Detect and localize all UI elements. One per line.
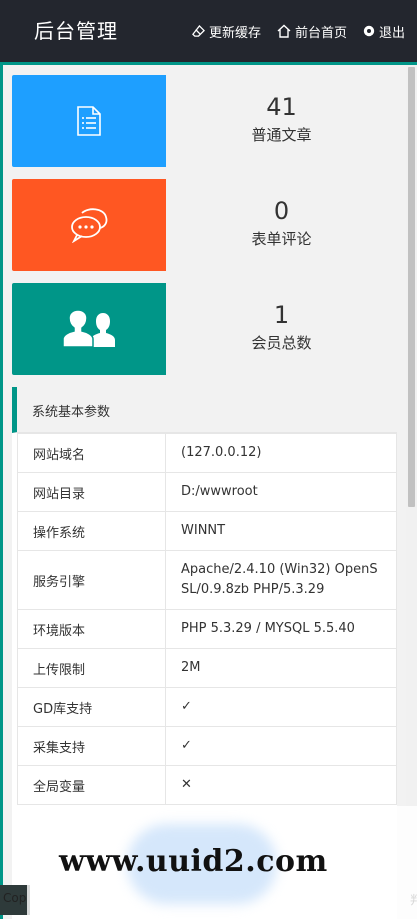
logout-label: 退出 <box>378 25 405 41</box>
table-row: 环境版本 PHP 5.3.29 / MYSQL 5.5.40 <box>17 609 397 649</box>
stat-card-members[interactable]: 1 会员总数 <box>12 283 397 375</box>
row-key: GD库支持 <box>17 687 166 727</box>
frontend-home-link[interactable]: 前台首页 <box>277 22 347 41</box>
table-row: 操作系统 WINNT <box>17 511 397 551</box>
row-value: D:/wwwroot <box>165 472 397 512</box>
table-row: 服务引擎 Apache/2.4.10 (Win32) OpenSSL/0.9.8… <box>17 550 397 610</box>
row-value: (127.0.0.12) <box>165 433 397 473</box>
stat-icon-box-comments <box>12 179 166 271</box>
stat-label-members: 会员总数 <box>251 334 312 352</box>
check-icon: ✓ <box>165 726 397 766</box>
panel-header: 系统基本参数 <box>12 387 397 433</box>
row-key: 服务引擎 <box>17 550 166 610</box>
stat-body-comments: 0 表单评论 <box>166 179 397 271</box>
refresh-cache-link[interactable]: 更新缓存 <box>192 22 261 41</box>
eraser-icon <box>192 24 205 37</box>
stat-card-articles[interactable]: 41 普通文章 <box>12 75 397 167</box>
row-key: 操作系统 <box>17 511 166 551</box>
panel-title: 系统基本参数 <box>32 405 111 420</box>
top-nav: 更新缓存 前台首页 退出 <box>192 0 405 62</box>
cross-icon: ✕ <box>165 765 397 805</box>
accent-top-line <box>0 62 417 65</box>
row-value: Apache/2.4.10 (Win32) OpenSSL/0.9.8zb PH… <box>165 550 397 610</box>
stat-card-comments[interactable]: 0 表单评论 <box>12 179 397 271</box>
table-row: 网站域名 (127.0.0.12) <box>17 433 397 473</box>
system-info-table: 网站域名 (127.0.0.12) 网站目录 D:/wwwroot 操作系统 W… <box>17 433 397 805</box>
document-icon <box>77 106 101 136</box>
watermark-text: www.uuid2.com <box>59 844 328 879</box>
stat-body-articles: 41 普通文章 <box>166 75 397 167</box>
footer-copyright-text: Cop <box>3 891 27 905</box>
table-row: 采集支持 ✓ <box>17 726 397 766</box>
logout-link[interactable]: 退出 <box>363 22 405 41</box>
exit-dot-icon <box>363 25 375 37</box>
watermark-overlay: www.uuid2.com <box>27 806 417 919</box>
app-title: 后台管理 <box>34 19 118 43</box>
row-value: PHP 5.3.29 / MYSQL 5.5.40 <box>165 609 397 649</box>
stat-label-comments: 表单评论 <box>251 230 312 248</box>
row-key: 网站域名 <box>17 433 166 473</box>
stat-icon-box-articles <box>12 75 166 167</box>
table-row: 全局变量 ✕ <box>17 765 397 805</box>
stat-body-members: 1 会员总数 <box>166 283 397 375</box>
row-key: 环境版本 <box>17 609 166 649</box>
check-icon: ✓ <box>165 687 397 727</box>
row-key: 上传限制 <box>17 648 166 688</box>
vertical-scrollbar[interactable] <box>406 65 417 919</box>
table-row: 上传限制 2M <box>17 648 397 688</box>
scrollbar-thumb[interactable] <box>408 67 415 507</box>
stat-icon-box-members <box>12 283 166 375</box>
top-navbar: 后台管理 更新缓存 前台首页 退出 <box>0 0 417 62</box>
users-icon <box>62 309 115 348</box>
row-value: WINNT <box>165 511 397 551</box>
table-row: GD库支持 ✓ <box>17 687 397 727</box>
home-icon <box>277 24 291 38</box>
stat-value-members: 1 <box>273 301 290 329</box>
stat-value-articles: 41 <box>266 93 297 121</box>
refresh-cache-label: 更新缓存 <box>208 25 261 41</box>
row-key: 全局变量 <box>17 765 166 805</box>
stat-value-comments: 0 <box>273 197 290 225</box>
frontend-home-label: 前台首页 <box>294 25 347 41</box>
table-row: 网站目录 D:/wwwroot <box>17 472 397 512</box>
accent-left-line <box>0 62 3 919</box>
stat-label-articles: 普通文章 <box>251 126 312 144</box>
chat-bubbles-icon <box>71 208 108 243</box>
row-value: 2M <box>165 648 397 688</box>
row-key: 采集支持 <box>17 726 166 766</box>
row-key: 网站目录 <box>17 472 166 512</box>
